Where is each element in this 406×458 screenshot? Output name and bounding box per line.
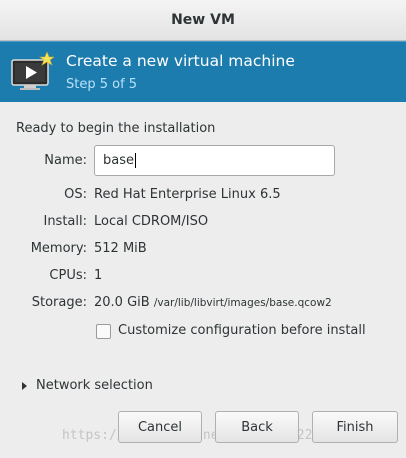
cancel-button-label: Cancel — [137, 419, 183, 435]
name-label: Name: — [44, 153, 87, 168]
storage-size: 20.0 GiB — [94, 295, 150, 310]
expander-arrow-icon — [22, 381, 27, 390]
os-value: Red Hat Enterprise Linux 6.5 — [94, 187, 281, 202]
storage-label: Storage: — [31, 295, 87, 310]
vm-name-input[interactable]: base — [94, 145, 335, 176]
window-titlebar: New VM — [0, 0, 406, 41]
back-button[interactable]: Back — [215, 411, 299, 443]
cpus-label: CPUs: — [49, 268, 87, 283]
memory-label: Memory: — [30, 241, 87, 256]
network-selection-label: Network selection — [36, 378, 153, 393]
summary-heading: Ready to begin the installation — [16, 121, 216, 136]
banner-step: Step 5 of 5 — [66, 77, 138, 92]
monitor-play-icon — [11, 52, 54, 90]
back-button-label: Back — [241, 419, 273, 435]
storage-value: 20.0 GiB /var/lib/libvirt/images/base.qc… — [94, 295, 332, 310]
window-title: New VM — [171, 12, 235, 28]
install-value: Local CDROM/ISO — [94, 214, 209, 229]
network-selection-expander[interactable]: Network selection — [22, 378, 153, 393]
vm-name-value: base — [103, 153, 134, 168]
storage-path: /var/lib/libvirt/images/base.qcow2 — [153, 297, 332, 309]
cpus-value: 1 — [94, 268, 103, 283]
memory-value: 512 MiB — [94, 241, 147, 256]
customize-checkbox[interactable] — [96, 324, 111, 339]
text-caret — [135, 153, 136, 168]
wizard-banner: Create a new virtual machine Step 5 of 5 — [0, 41, 406, 102]
banner-title: Create a new virtual machine — [66, 52, 295, 70]
finish-button[interactable]: Finish — [312, 411, 398, 443]
finish-button-label: Finish — [336, 419, 374, 435]
customize-checkbox-label[interactable]: Customize configuration before install — [118, 323, 366, 338]
cancel-button[interactable]: Cancel — [118, 411, 202, 443]
os-label: OS: — [64, 187, 87, 202]
install-label: Install: — [43, 214, 87, 229]
